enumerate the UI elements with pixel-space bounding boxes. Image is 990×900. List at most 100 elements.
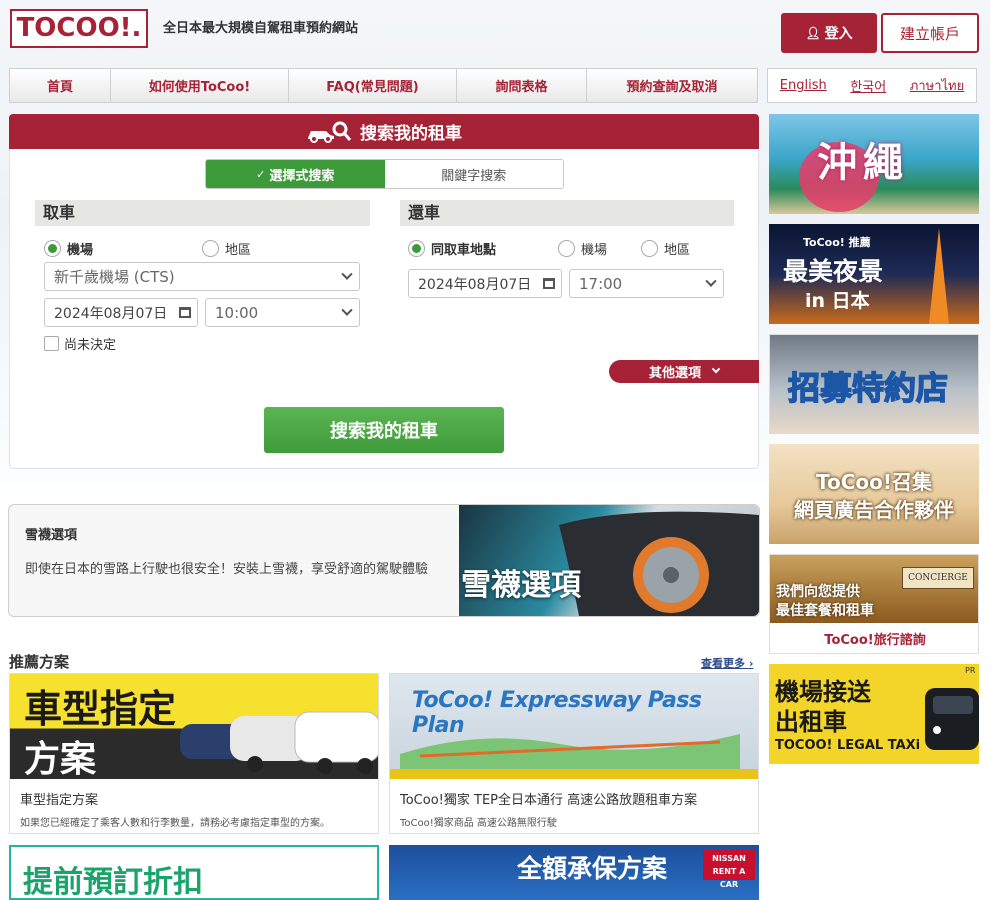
plan-card-car-model[interactable]: 車型指定 方案 車型指定方案 如果您已經確定了乘客人數和行李數量，請務必考慮指定…: [9, 673, 379, 834]
japan-map-illustration: [400, 734, 740, 769]
nissan-rent-a-car-badge: NISSAN RENT A CAR: [703, 850, 755, 889]
other-options-label: 其他選項: [648, 366, 701, 381]
tab-selection-search[interactable]: ✓ 選擇式搜索: [206, 160, 385, 188]
banner-night-view-line2: 最美夜景: [783, 257, 884, 286]
language-switcher: English 한국어 ภาษาไทย: [767, 68, 977, 103]
plan-card-full-coverage[interactable]: 全額承保方案 NISSAN RENT A CAR: [389, 845, 759, 900]
recommended-title: 推薦方案: [9, 653, 70, 671]
radio-unselected-icon: [641, 240, 658, 257]
banner-concierge[interactable]: CONCIERGE 我們向您提供 最佳套餐和租車 ToCoo!旅行諮詢: [769, 554, 979, 654]
other-options-button[interactable]: 其他選項: [609, 360, 759, 383]
nav-home[interactable]: 首頁: [9, 68, 111, 103]
plan-card-early-booking[interactable]: 提前預訂折扣: [9, 845, 379, 900]
calendar-icon: [179, 307, 191, 318]
plan-car-model-image-line2: 方案: [24, 739, 97, 779]
plan-expressway-image: ToCoo! Expressway Pass Plan: [390, 674, 758, 779]
pickup-radio-area[interactable]: 地區: [202, 239, 251, 258]
plan-full-coverage-image-text: 全額承保方案: [517, 854, 668, 883]
radio-selected-icon: [44, 240, 61, 257]
view-more-link[interactable]: 查看更多 ›: [701, 655, 753, 671]
lang-english[interactable]: English: [780, 78, 827, 93]
banner-okinawa[interactable]: 沖繩: [769, 114, 979, 214]
banner-night-view-line1: ToCoo! 推薦: [803, 236, 871, 249]
nav-reservation-lookup[interactable]: 預約查詢及取消: [587, 68, 758, 103]
pickup-undecided-label: 尚未決定: [64, 338, 117, 353]
return-time-value: 17:00: [579, 274, 623, 293]
plan-early-booking-image-text: 提前預訂折扣: [23, 865, 203, 900]
banner-ad-partner[interactable]: ToCoo!召集 網頁廣告合作夥伴: [769, 444, 979, 544]
radio-unselected-icon: [558, 240, 575, 257]
taxi-car-illustration: [925, 688, 979, 750]
return-section-title: 還車: [400, 200, 734, 226]
pickup-location-value: 新千歲機場 (CTS): [54, 268, 175, 286]
radio-unselected-icon: [202, 240, 219, 257]
chevron-down-icon: [341, 304, 353, 316]
return-radio-same-label: 同取車地點: [431, 243, 497, 258]
login-label: 登入: [824, 26, 853, 42]
calendar-icon: [543, 278, 555, 289]
return-date-field[interactable]: 2024年08月07日: [408, 269, 562, 298]
nav-how-to-use[interactable]: 如何使用ToCoo!: [111, 68, 289, 103]
login-button[interactable]: 👤︎ 登入: [781, 13, 877, 53]
snow-chain-image-text: 雪襪選項: [461, 568, 581, 603]
banner-concierge-caption: ToCoo!旅行諮詢: [824, 633, 926, 648]
plan-card-expressway[interactable]: ToCoo! Expressway Pass Plan ToCoo!獨家 TEP…: [389, 673, 759, 834]
banner-night-view[interactable]: ToCoo! 推薦 最美夜景 in 日本: [769, 224, 979, 324]
plan-car-model-sub: 如果您已經確定了乘客人數和行李數量，請務必考慮指定車型的方案。: [20, 818, 330, 829]
banner-ad-partner-line1: ToCoo!召集: [815, 470, 932, 494]
banner-okinawa-text: 沖繩: [817, 140, 909, 186]
banner-ad-partner-line2: 網頁廣告合作夥伴: [794, 498, 954, 522]
banner-recruit-partner[interactable]: 招募特約店: [769, 334, 979, 434]
search-panel-header: 搜索我的租車: [9, 114, 759, 149]
signup-button[interactable]: 建立帳戶: [881, 13, 979, 53]
banner-airport-taxi[interactable]: 機場接送 出租車 TOCOO! LEGAL TAXi PR: [769, 664, 979, 764]
pickup-date-field[interactable]: 2024年08月07日: [44, 298, 198, 327]
snow-chain-description: 即使在日本的雪路上行駛也很安全！安裝上雪襪，享受舒適的駕駛體驗: [25, 562, 429, 577]
return-date-value: 2024年08月07日: [418, 276, 532, 293]
user-icon: 👤︎: [805, 26, 821, 40]
pickup-radio-airport-label: 機場: [67, 243, 94, 258]
tocoo-logo[interactable]: TOCOO!.: [10, 9, 148, 48]
banner-concierge-sign: CONCIERGE: [902, 567, 974, 589]
chevron-right-icon: ›: [748, 657, 754, 670]
chevron-down-icon: [705, 275, 717, 287]
banner-recruit-partner-text: 招募特約店: [787, 368, 949, 408]
banner-pr-tag: PR: [965, 666, 976, 675]
lang-thai[interactable]: ภาษาไทย: [910, 75, 964, 96]
pickup-date-value: 2024年08月07日: [54, 305, 168, 322]
pickup-undecided-checkbox[interactable]: 尚未決定: [44, 334, 116, 353]
return-time-select[interactable]: 17:00: [569, 269, 724, 298]
nav-inquiry-form[interactable]: 詢問表格: [457, 68, 587, 103]
view-more-label: 查看更多: [701, 657, 745, 670]
banner-night-view-line3: in 日本: [805, 290, 870, 312]
site-tagline: 全日本最大規模自駕租車預約網站: [163, 21, 359, 36]
return-radio-airport-label: 機場: [581, 243, 608, 258]
chevron-down-icon: [711, 364, 721, 373]
pickup-radio-area-label: 地區: [225, 243, 252, 258]
pickup-radio-airport[interactable]: 機場: [44, 239, 93, 258]
return-radio-airport[interactable]: 機場: [558, 239, 607, 258]
search-submit-button[interactable]: 搜索我的租車: [264, 407, 504, 453]
plan-car-model-image: 車型指定 方案: [10, 674, 378, 779]
plan-expressway-name: ToCoo!獨家 TEP全日本通行 高速公路放題租車方案: [400, 793, 698, 808]
pickup-time-select[interactable]: 10:00: [205, 298, 360, 327]
nav-faq[interactable]: FAQ(常見問題): [289, 68, 457, 103]
main-nav: 首頁 如何使用ToCoo! FAQ(常見問題) 詢問表格 預約查詢及取消: [9, 68, 758, 103]
chevron-down-icon: [341, 268, 353, 280]
snow-chain-title: 雪襪選項: [25, 528, 78, 543]
banner-airport-taxi-line2: 出租車: [775, 708, 847, 736]
banner-airport-taxi-line3: TOCOO! LEGAL TAXi: [775, 738, 921, 753]
nissan-badge-line1: NISSAN: [712, 854, 746, 863]
lang-korean[interactable]: 한국어: [850, 76, 886, 95]
pickup-section-title: 取車: [35, 200, 370, 226]
pickup-location-select[interactable]: 新千歲機場 (CTS): [44, 262, 360, 291]
pickup-time-value: 10:00: [215, 303, 259, 322]
return-radio-area[interactable]: 地區: [641, 239, 690, 258]
tab-keyword-search[interactable]: 關鍵字搜索: [384, 160, 563, 188]
search-panel-title: 搜索我的租車: [360, 124, 462, 144]
return-radio-same[interactable]: 同取車地點: [408, 239, 496, 258]
return-radio-area-label: 地區: [664, 243, 691, 258]
cars-illustration: [180, 711, 378, 774]
snow-chain-image[interactable]: 雪襪選項: [459, 505, 759, 616]
nissan-badge-line2: RENT A CAR: [712, 867, 746, 889]
